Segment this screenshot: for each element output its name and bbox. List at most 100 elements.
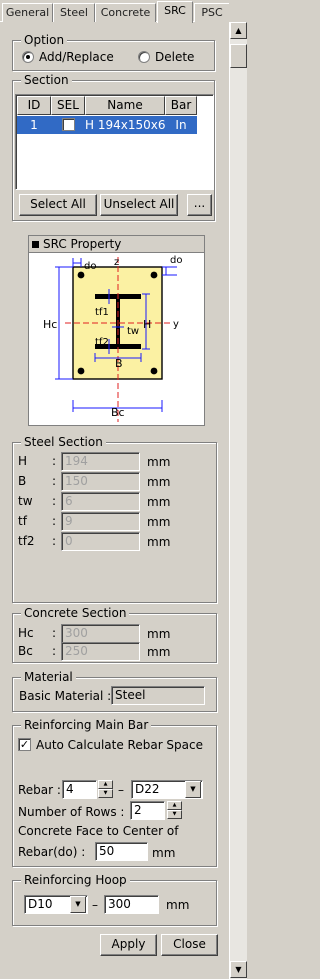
y-axis-label: y (173, 319, 179, 330)
column-header-bar[interactable]: Bar (165, 96, 197, 115)
stepper-up-icon[interactable]: ▲ (98, 780, 113, 789)
square-bullet-icon (32, 241, 39, 248)
src-property-header: SRC Property (29, 236, 204, 253)
rebar-count-stepper[interactable]: ▲ ▼ (98, 780, 113, 799)
concrete-bc-input[interactable]: 250 (61, 642, 140, 661)
face-distance-unit: mm (152, 846, 176, 860)
basic-material-label: Basic Material : (19, 689, 112, 703)
column-header-sel[interactable]: SEL (51, 96, 85, 115)
option-group: Option Add/Replace Delete (12, 33, 215, 71)
rows-input[interactable]: 2 (130, 801, 165, 820)
hoop-spacing-unit: mm (166, 898, 190, 912)
delete-radio[interactable] (138, 51, 150, 63)
rebar-size-dropdown-icon[interactable]: ▼ (185, 781, 201, 798)
steel-b-unit: mm (147, 475, 171, 489)
auto-calc-label: Auto Calculate Rebar Space (36, 738, 204, 752)
rebar-bottom-left (77, 367, 85, 375)
option-title: Option (21, 33, 68, 47)
tab-psc[interactable]: PSC (194, 3, 229, 22)
rebar-hoop-title: Reinforcing Hoop (21, 873, 130, 887)
steel-tw-unit: mm (147, 495, 171, 509)
concrete-hc-input[interactable]: 300 (61, 624, 140, 643)
steel-tf2-input[interactable]: 0 (61, 532, 140, 551)
steel-tf-label: tf (18, 514, 27, 528)
do-right-label: do (170, 255, 182, 266)
material-title: Material (21, 670, 76, 684)
rebar-top-left (77, 271, 85, 279)
steel-tf2-label: tf2 (18, 534, 35, 548)
tf1-label: tf1 (95, 307, 109, 318)
steel-h-input[interactable]: 194 (61, 452, 140, 471)
concrete-bc-unit: mm (147, 645, 171, 659)
face-distance-input[interactable]: 50 (95, 842, 148, 861)
steel-tf-unit: mm (147, 515, 171, 529)
add-replace-radio[interactable] (22, 51, 34, 63)
auto-calc-checkbox[interactable]: ✓ (18, 738, 31, 751)
basic-material-field: Steel (111, 686, 205, 705)
hoop-dash: – (92, 898, 98, 912)
row-1-name[interactable]: H 194x150x6 (85, 116, 165, 134)
steel-h-unit: mm (147, 455, 171, 469)
rebar-label: Rebar : (18, 783, 61, 797)
concrete-section-title: Concrete Section (21, 606, 130, 620)
steel-tw-label: tw (18, 494, 33, 508)
scroll-up-icon[interactable]: ▲ (230, 22, 247, 39)
stepper-down-icon[interactable]: ▼ (167, 810, 182, 819)
delete-label: Delete (155, 50, 195, 64)
bc-label: Bc (111, 406, 125, 419)
concrete-hc-unit: mm (147, 627, 171, 641)
b-label: B (115, 357, 123, 370)
hc-label: Hc (43, 318, 57, 331)
concrete-hc-label: Hc (18, 626, 34, 640)
src-property-panel: SRC Property do do z y Hc H tf1 tf2 tw B… (28, 235, 205, 426)
section-table[interactable]: ID SEL Name Bar 1 ✓ H 194x150x6 In (15, 94, 214, 190)
add-replace-label: Add/Replace (39, 50, 114, 64)
scroll-down-icon[interactable]: ▼ (230, 961, 247, 978)
tab-general[interactable]: General (2, 3, 53, 22)
steel-h-label: H (18, 454, 28, 468)
tf2-label: tf2 (95, 337, 109, 348)
face-label-line1: Concrete Face to Center of (18, 824, 179, 838)
do-top-label: do (84, 261, 96, 272)
steel-b-label: B (18, 474, 27, 488)
row-1-bar[interactable]: In (165, 116, 197, 134)
stepper-down-icon[interactable]: ▼ (98, 789, 113, 798)
src-section-diagram: do do z y Hc H tf1 tf2 tw B Bc (43, 255, 182, 422)
hoop-spacing-input[interactable]: 300 (104, 895, 159, 914)
rebar-count-input[interactable]: 4 (62, 780, 97, 799)
rebar-main-title: Reinforcing Main Bar (21, 718, 152, 732)
row-1-sel-checkbox[interactable]: ✓ (62, 118, 75, 131)
h-label: H (143, 318, 151, 331)
close-button[interactable]: Close (161, 934, 218, 956)
section-title: Section (21, 73, 72, 87)
row-1-id[interactable]: 1 (17, 116, 51, 134)
rebar-dash: – (118, 783, 124, 797)
select-all-button[interactable]: Select All (19, 194, 97, 216)
scroll-thumb[interactable] (230, 44, 247, 68)
row-1-sel[interactable]: ✓ (51, 116, 85, 134)
steel-b-input[interactable]: 150 (61, 472, 140, 491)
column-header-name[interactable]: Name (85, 96, 165, 115)
steel-tf-input[interactable]: 9 (61, 512, 140, 531)
face-label-line2: Rebar(do) : (18, 845, 86, 859)
rebar-top-right (150, 271, 158, 279)
stepper-up-icon[interactable]: ▲ (167, 801, 182, 810)
hoop-size-dropdown-icon[interactable]: ▼ (70, 896, 86, 913)
steel-section-title: Steel Section (21, 435, 106, 449)
z-axis-label: z (114, 257, 119, 268)
tw-label: tw (127, 326, 139, 337)
apply-button[interactable]: Apply (100, 934, 157, 956)
vertical-scrollbar[interactable]: ▲ ▼ (229, 22, 247, 979)
steel-tf2-unit: mm (147, 535, 171, 549)
rows-label: Number of Rows : (18, 805, 125, 819)
steel-tw-input[interactable]: 6 (61, 492, 140, 511)
more-button[interactable]: ... (187, 194, 212, 216)
rows-stepper[interactable]: ▲ ▼ (167, 801, 182, 820)
unselect-all-button[interactable]: Unselect All (100, 194, 178, 216)
tab-steel[interactable]: Steel (53, 3, 95, 22)
column-header-id[interactable]: ID (17, 96, 51, 115)
tab-src[interactable]: SRC (157, 1, 193, 23)
tab-concrete[interactable]: Concrete (95, 3, 156, 22)
concrete-bc-label: Bc (18, 644, 33, 658)
tab-bar: General Steel Concrete SRC PSC (0, 0, 229, 23)
